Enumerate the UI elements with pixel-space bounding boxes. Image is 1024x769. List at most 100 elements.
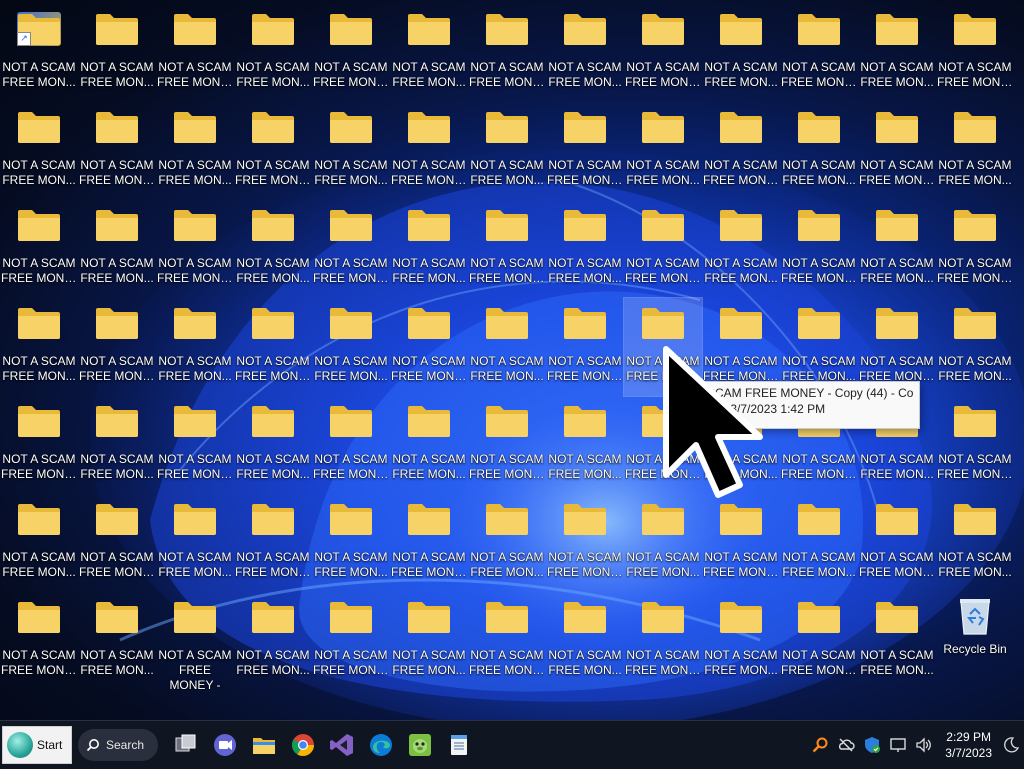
desktop-folder[interactable]: NOT A SCAM FREE MONE... xyxy=(468,396,546,494)
security-button[interactable] xyxy=(861,734,883,756)
desktop-folder[interactable]: NOT A SCAM FREE MONE... xyxy=(78,102,156,200)
desktop-folder[interactable]: NOT A SCAM FREE MONE... xyxy=(858,494,936,592)
desktop-folder[interactable]: NOT A SCAMFREE MONEY - Copy (97) - Copy xyxy=(156,592,234,690)
desktop-folder[interactable]: NOT A SCAM FREE MONE... xyxy=(312,200,390,298)
desktop-folder[interactable]: NOT A SCAM FREE MONE... xyxy=(702,102,780,200)
desktop-folder[interactable]: NOT A SCAM FREE MON... xyxy=(702,4,780,102)
desktop-folder[interactable]: NOT A SCAM FREE MON... xyxy=(390,592,468,690)
desktop-folder[interactable]: NOT A SCAM FREE MON... xyxy=(156,102,234,200)
desktop-folder[interactable]: NOT A SCAM FREE MON... xyxy=(156,298,234,396)
focus-button[interactable] xyxy=(1000,734,1022,756)
desktop-folder[interactable]: NOT A SCAM FREE MON... xyxy=(546,200,624,298)
desktop-folder[interactable]: NOT A SCAM FREE MONE... xyxy=(858,102,936,200)
desktop-folder[interactable]: NOT A SCAM FREE MON... xyxy=(234,200,312,298)
desktop-folder[interactable]: NOT A SCAM FREE MON... xyxy=(858,592,936,690)
file-explorer-button[interactable] xyxy=(249,730,279,760)
desktop-folder[interactable]: NOT A SCAM FREE MON... xyxy=(234,592,312,690)
network-button[interactable] xyxy=(835,734,857,756)
desktop-folder[interactable]: NOT A SCAM FREE MONE... xyxy=(624,200,702,298)
desktop-folder[interactable]: NOT A SCAM FREE MONE... xyxy=(390,102,468,200)
desktop-folder[interactable]: NOT A SCAM FREE MON... xyxy=(623,297,703,397)
search-tray-button[interactable] xyxy=(809,734,831,756)
edge-button[interactable] xyxy=(366,730,396,760)
desktop-folder[interactable]: NOT A SCAM FREE MON... xyxy=(0,298,78,396)
desktop-folder[interactable]: NOT A SCAM FREE MON... xyxy=(390,200,468,298)
desktop-folder[interactable]: NOT A SCAM FREE MONE... xyxy=(156,396,234,494)
desktop-folder[interactable]: NOT A SCAM FREE MON... xyxy=(546,4,624,102)
desktop-folder[interactable]: NOT A SCAM FREE MONE... xyxy=(546,102,624,200)
desktop-folder[interactable]: NOT A SCAM FREE MON... xyxy=(936,102,1014,200)
desktop-folder[interactable]: NOT A SCAM FREE MONE... xyxy=(78,298,156,396)
task-view-button[interactable] xyxy=(171,730,201,760)
desktop-folder[interactable]: NOT A SCAM FREE MONE... xyxy=(624,592,702,690)
desktop-folder[interactable]: NOT A SCAM FREE MONE... xyxy=(0,396,78,494)
desktop-folder[interactable]: NOT A SCAM FREE MONE... xyxy=(468,592,546,690)
desktop-folder[interactable]: NOT A SCAM FREE MONE... xyxy=(234,102,312,200)
volume-button[interactable] xyxy=(913,734,935,756)
desktop-folder[interactable]: NOT A SCAM FREE MON... xyxy=(936,298,1014,396)
desktop-folder[interactable]: NOT A SCAM FREE MON... xyxy=(858,200,936,298)
desktop-folder[interactable]: NOT A SCAM FREE MONE... xyxy=(468,200,546,298)
desktop-folder[interactable]: NOT A SCAM FREE MONE... xyxy=(0,592,78,690)
desktop-folder[interactable]: NOT A SCAM FREE MONE... xyxy=(390,494,468,592)
desktop-folder[interactable]: NOT A SCAM FREE MON... xyxy=(780,102,858,200)
desktop-folder[interactable]: NOT A SCAM FREE MONE... xyxy=(156,4,234,102)
desktop-folder[interactable]: NOT A SCAM FREE MON... xyxy=(312,102,390,200)
desktop-folder[interactable]: NOT A SCAM FREE MONE... xyxy=(390,298,468,396)
desktop-folder[interactable]: NOT A SCAM FREE MON... xyxy=(546,396,624,494)
desktop-folder[interactable]: NOT A SCAM FREE MON... xyxy=(624,494,702,592)
desktop-folder[interactable]: NOT A SCAM FREE MONE... xyxy=(780,592,858,690)
desktop-folder[interactable]: NOT A SCAM FREE MON... xyxy=(390,396,468,494)
desktop-folder[interactable]: NOT A SCAM FREE MON... xyxy=(234,4,312,102)
desktop-folder[interactable]: NOT A SCAM FREE MON... xyxy=(234,396,312,494)
desktop-folder[interactable]: NOT A SCAM FREE MONE... xyxy=(702,494,780,592)
desktop-folder[interactable]: NOT A SCAM FREE MONE... xyxy=(936,396,1014,494)
desktop-folder[interactable]: NOT A SCAM FREE MON... xyxy=(78,592,156,690)
recycle-bin[interactable]: Recycle Bin xyxy=(936,592,1014,690)
start-button[interactable]: Start xyxy=(2,726,72,764)
desktop[interactable]: ↗ NOT A SCAM FREE MON... NOT A SCAM FREE MON… xyxy=(0,0,1024,720)
desktop-folder[interactable]: NOT A SCAM FREE MONE... xyxy=(780,200,858,298)
desktop-folder[interactable]: NOT A SCAM FREE MONE... xyxy=(936,4,1014,102)
notepad-button[interactable] xyxy=(444,730,474,760)
desktop-folder[interactable]: NOT A SCAM FREE MON... xyxy=(78,200,156,298)
desktop-folder[interactable]: NOT A SCAM FREE MONE... xyxy=(312,4,390,102)
desktop-folder[interactable]: NOT A SCAM FREE MONE... xyxy=(78,494,156,592)
desktop-folder[interactable]: NOT A SCAM FREE MON... xyxy=(0,494,78,592)
desktop-folder[interactable]: NOT A SCAM FREE MONE... xyxy=(546,494,624,592)
desktop-folder[interactable]: NOT A SCAM FREE MON... xyxy=(858,4,936,102)
desktop-folder[interactable]: NOT A SCAM FREE MON... xyxy=(78,396,156,494)
desktop-folder[interactable]: NOT A SCAM FREE MONE... xyxy=(312,396,390,494)
desktop-folder[interactable]: NOT A SCAM FREE MONE... xyxy=(936,200,1014,298)
clock[interactable]: 2:29 PM 3/7/2023 xyxy=(945,729,992,761)
desktop-folder[interactable]: NOT A SCAM FREE MONEY xyxy=(234,298,312,396)
desktop-folder[interactable]: NOT A SCAM FREE MON... xyxy=(312,298,390,396)
desktop-folder[interactable]: NOT A SCAM FREE MON... xyxy=(78,4,156,102)
desktop-folder[interactable]: NOT A SCAM FREE MON... xyxy=(468,494,546,592)
desktop-folder[interactable]: NOT A SCAM FREE MONE... xyxy=(546,298,624,396)
desktop-folder[interactable]: NOT A SCAM FREE MONE... xyxy=(156,200,234,298)
desktop-folder[interactable]: ↗ NOT A SCAM FREE MON... xyxy=(0,4,78,102)
chrome-button[interactable] xyxy=(288,730,318,760)
desktop-folder[interactable]: NOT A SCAM FREE MON... xyxy=(936,494,1014,592)
desktop-folder[interactable]: NOT A SCAM FREE MON... xyxy=(0,102,78,200)
desktop-folder[interactable]: NOT A SCAM FREE MONE... xyxy=(0,200,78,298)
teams-chat-button[interactable] xyxy=(210,730,240,760)
desktop-folder[interactable]: NOT A SCAM FREE MON... xyxy=(546,592,624,690)
desktop-folder[interactable]: NOT A SCAM FREE MON... xyxy=(390,4,468,102)
visual-studio-button[interactable] xyxy=(327,730,357,760)
game-app-button[interactable] xyxy=(405,730,435,760)
desktop-folder[interactable]: NOT A SCAM FREE MONE... xyxy=(624,4,702,102)
desktop-folder[interactable]: NOT A SCAM FREE MONE... xyxy=(624,396,702,494)
desktop-folder[interactable]: NOT A SCAM FREE MON... xyxy=(702,200,780,298)
desktop-folder[interactable]: NOT A SCAM FREE MON... xyxy=(702,592,780,690)
desktop-folder[interactable]: NOT A SCAM FREE MON... xyxy=(468,102,546,200)
desktop-folder[interactable]: NOT A SCAM FREE MON... xyxy=(624,102,702,200)
desktop-folder[interactable]: NOT A SCAM FREE MON... xyxy=(780,494,858,592)
desktop-folder[interactable]: NOT A SCAM FREE MON... xyxy=(312,494,390,592)
search-button[interactable]: Search xyxy=(78,729,158,761)
desktop-folder[interactable]: NOT A SCAM FREE MON... xyxy=(156,494,234,592)
desktop-folder[interactable]: NOT A SCAM FREE MONE... xyxy=(780,4,858,102)
desktop-folder[interactable]: NOT A SCAM FREE MONE... xyxy=(468,4,546,102)
desktop-folder[interactable]: NOT A SCAM FREE MONE... xyxy=(312,592,390,690)
